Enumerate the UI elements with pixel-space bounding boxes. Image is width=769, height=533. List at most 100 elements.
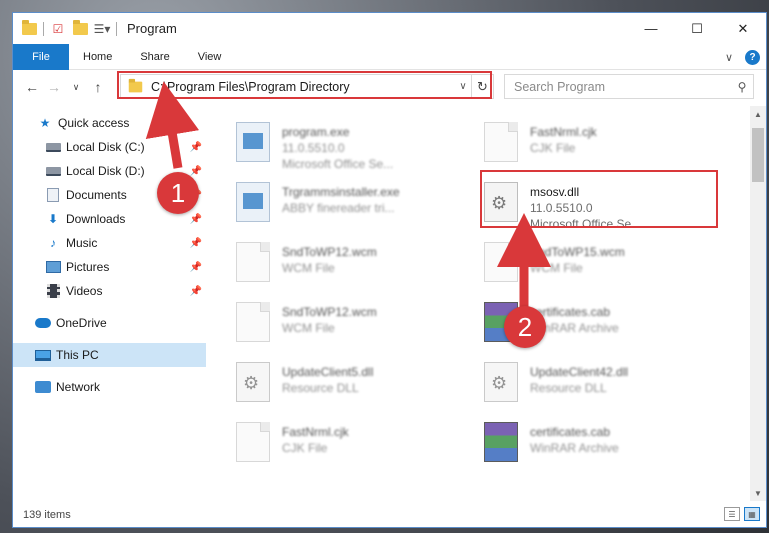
downloads-icon: ⬇ <box>47 212 59 226</box>
sidebar-item-local-disk-d[interactable]: Local Disk (D:) 📌 <box>13 159 206 183</box>
onedrive-icon <box>35 316 51 330</box>
navigation-bar: ← → ∨ ↑ C:\Program Files\Program Directo… <box>13 72 766 102</box>
help-icon[interactable]: ? <box>745 49 760 65</box>
search-box[interactable]: Search Program ⚲ <box>504 74 754 99</box>
file-highlight-box <box>480 170 718 228</box>
file-item[interactable]: SndToWP12.wcm WCM File <box>218 298 458 358</box>
documents-icon <box>45 188 61 202</box>
search-input[interactable]: Search Program <box>514 80 731 94</box>
pictures-icon <box>45 260 61 274</box>
item-count: 139 items <box>23 509 71 521</box>
maximize-button[interactable]: ☐ <box>674 13 720 44</box>
sidebar-item-label: Videos <box>66 284 103 298</box>
sidebar-item-downloads[interactable]: ⬇ Downloads 📌 <box>13 207 206 231</box>
music-icon: ♪ <box>50 236 56 250</box>
this-pc-icon <box>35 348 51 362</box>
document-file-icon <box>236 242 270 282</box>
up-arrow-icon[interactable]: ↑ <box>87 75 109 99</box>
sidebar-item-label: This PC <box>56 348 99 362</box>
pin-icon[interactable]: 📌 <box>190 166 202 177</box>
customize-toolbar-icon[interactable]: ☰▾ <box>94 21 111 37</box>
file-name: UpdateClient42.dll <box>530 365 629 379</box>
pin-icon[interactable]: 📌 <box>190 190 202 201</box>
videos-icon <box>45 284 61 298</box>
file-type: Resource DLL <box>530 381 607 395</box>
ribbon-right-controls: ∨ ? <box>725 44 760 70</box>
close-button[interactable]: ✕ <box>720 13 766 44</box>
file-name: SndToWP12.wcm <box>282 305 377 319</box>
file-item[interactable]: UpdateClient42.dll Resource DLL <box>466 358 706 418</box>
sidebar-item-onedrive[interactable]: OneDrive <box>13 311 206 335</box>
exe-file-icon <box>236 182 270 222</box>
title-bar: ☑ ☰▾ Program — ☐ ✕ <box>13 13 766 44</box>
winrar-archive-icon <box>484 302 518 342</box>
pin-icon[interactable]: 📌 <box>190 214 202 225</box>
sidebar-item-label: Pictures <box>66 260 110 274</box>
file-name: SndToWP12.wcm <box>282 245 377 259</box>
pin-icon[interactable]: 📌 <box>190 286 202 297</box>
properties-icon[interactable]: ☑ <box>50 21 66 37</box>
file-item[interactable]: SndToWP12.wcm WCM File <box>218 238 458 298</box>
sidebar-item-pictures[interactable]: Pictures 📌 <box>13 255 206 279</box>
sidebar-item-music[interactable]: ♪ Music 📌 <box>13 231 206 255</box>
scroll-thumb[interactable] <box>752 128 764 182</box>
expand-ribbon-chevron-icon[interactable]: ∨ <box>725 51 733 64</box>
file-item[interactable]: UpdateClient5.dll Resource DLL <box>218 358 458 418</box>
sidebar-item-label: Downloads <box>66 212 126 226</box>
drive-icon <box>45 164 61 178</box>
sidebar-item-label: Documents <box>66 188 127 202</box>
vertical-scrollbar[interactable]: ▲ ▼ <box>750 106 766 501</box>
file-item[interactable]: certificates.cab WinRAR Archive <box>466 418 706 478</box>
file-type: ABBY finereader tri... <box>282 201 395 215</box>
address-bar[interactable]: C:\Program Files\Program Directory ∨ ↻ <box>120 74 494 99</box>
file-type: CJK File <box>530 141 576 155</box>
file-item[interactable]: program.exe 11.0.5510.0 Microsoft Office S… <box>218 118 458 178</box>
address-dropdown-chevron-icon[interactable]: ∨ <box>455 81 471 92</box>
window-title: Program <box>127 21 177 36</box>
sidebar-item-label: Quick access <box>58 116 130 130</box>
sidebar-item-local-disk-c[interactable]: Local Disk (C:) 📌 <box>13 135 206 159</box>
address-path[interactable]: C:\Program Files\Program Directory <box>151 80 455 94</box>
pin-icon[interactable]: 📌 <box>190 262 202 273</box>
status-bar: 139 items ☰ ▦ <box>13 503 766 527</box>
drive-icon <box>45 140 61 154</box>
recent-locations-chevron-icon[interactable]: ∨ <box>65 75 87 99</box>
details-view-icon[interactable]: ☰ <box>724 507 740 521</box>
pin-icon[interactable]: 📌 <box>190 142 202 153</box>
sidebar-item-videos[interactable]: Videos 📌 <box>13 279 206 303</box>
new-folder-icon[interactable] <box>72 19 88 37</box>
refresh-icon[interactable]: ↻ <box>471 75 493 98</box>
navigation-pane: ★ Quick access Local Disk (C:) 📌 Local D… <box>13 106 206 501</box>
sidebar-item-documents[interactable]: Documents 📌 <box>13 183 206 207</box>
tab-home[interactable]: Home <box>69 44 126 70</box>
exe-file-icon <box>236 122 270 162</box>
file-name: FastNrml.cjk <box>282 425 349 439</box>
file-description: Microsoft Office Se... <box>282 157 394 171</box>
file-type: WCM File <box>530 261 583 275</box>
sidebar-item-quick-access[interactable]: ★ Quick access <box>13 111 206 135</box>
tab-share[interactable]: Share <box>126 44 183 70</box>
forward-arrow-icon[interactable]: → <box>43 75 65 99</box>
large-icons-view-icon[interactable]: ▦ <box>744 507 760 521</box>
tab-view[interactable]: View <box>184 44 236 70</box>
sidebar-item-network[interactable]: Network <box>13 375 206 399</box>
file-item[interactable]: certificates.cab WinRAR Archive <box>466 298 706 358</box>
sidebar-item-this-pc[interactable]: This PC <box>13 343 206 367</box>
file-item[interactable]: FastNrml.cjk CJK File <box>466 118 706 178</box>
quick-access-toolbar: ☑ ☰▾ <box>13 19 117 37</box>
file-item[interactable]: Trgrammsinstaller.exe ABBY finereader tri… <box>218 178 458 238</box>
minimize-button[interactable]: — <box>628 13 674 44</box>
file-item[interactable]: FastNrml.cjk CJK File <box>218 418 458 478</box>
folder-icon <box>21 19 37 37</box>
winrar-archive-icon <box>484 422 518 462</box>
file-type: WinRAR Archive <box>530 321 619 335</box>
scroll-down-arrow-icon[interactable]: ▼ <box>750 485 766 501</box>
network-icon <box>35 380 51 394</box>
pin-icon[interactable]: 📌 <box>190 238 202 249</box>
tab-file[interactable]: File <box>13 43 69 70</box>
file-item[interactable]: SndToWP15.wcm WCM File <box>466 238 706 298</box>
file-type: WCM File <box>282 261 335 275</box>
search-icon[interactable]: ⚲ <box>731 80 753 94</box>
scroll-up-arrow-icon[interactable]: ▲ <box>750 106 766 122</box>
back-arrow-icon[interactable]: ← <box>21 75 43 99</box>
